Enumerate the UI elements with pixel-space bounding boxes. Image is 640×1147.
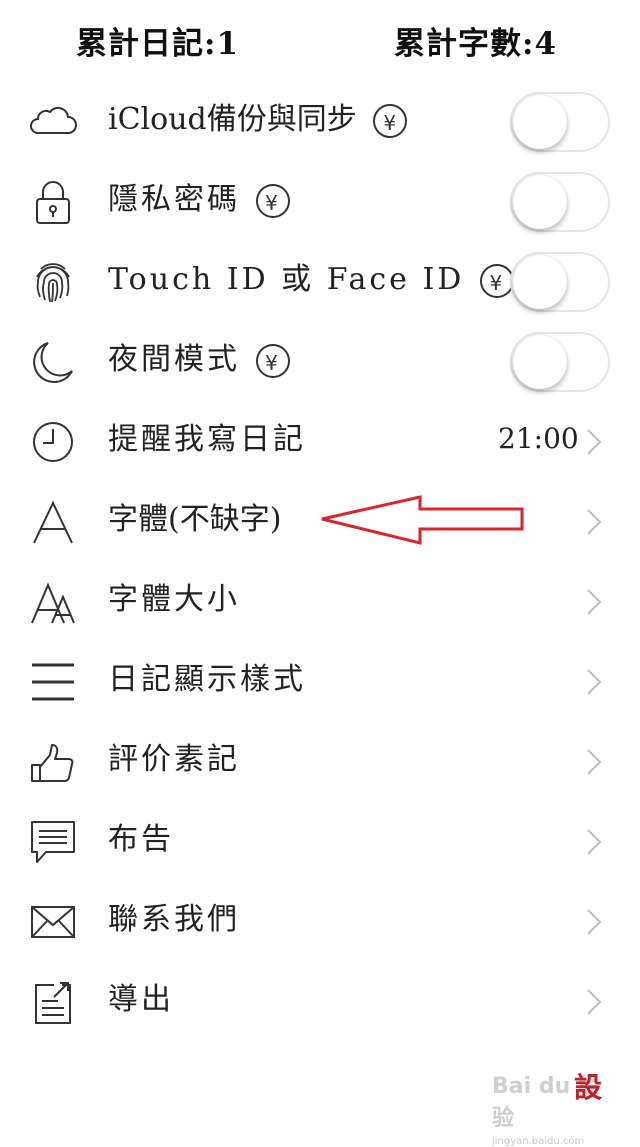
stats-header: 累計日記:1 累計字數:4 [0,18,640,68]
password-toggle[interactable] [510,172,610,232]
thumbs-up-icon [28,739,78,785]
seal-mark: 設 [574,1071,603,1104]
setting-label: 夜間模式 ¥ [108,340,290,380]
setting-label: 隱私密碼 ¥ [108,180,290,220]
setting-row-notice[interactable]: 布告 [0,802,640,882]
setting-row-icloud[interactable]: iCloud備份與同步 ¥ [0,82,640,162]
night-mode-toggle[interactable] [510,332,610,392]
setting-label: iCloud備份與同步 ¥ [108,100,407,140]
setting-row-display-style[interactable]: 日記顯示樣式 [0,642,640,722]
setting-row-password[interactable]: 隱私密碼 ¥ [0,162,640,242]
chevron-right-icon [580,668,606,696]
chevron-right-icon [580,988,606,1016]
setting-label: Touch ID 或 Face ID ¥ [108,260,515,300]
chevron-right-icon [580,588,606,616]
diary-count: 累計日記:1 [76,26,240,62]
font-icon [28,499,78,545]
touch-id-toggle[interactable] [510,252,610,312]
reminder-time: 21:00 [498,422,579,455]
setting-row-export[interactable]: 導出 [0,962,640,1042]
char-count: 累計字數:4 [394,26,558,62]
lock-icon [28,179,78,225]
chevron-right-icon [580,748,606,776]
setting-label: 提醒我寫日記 [108,422,306,457]
list-style-icon [28,659,78,705]
yen-icon: ¥ [372,104,407,138]
chevron-right-icon [580,828,606,856]
setting-label: 日記顯示樣式 [108,662,306,697]
export-icon [28,979,78,1025]
setting-row-contact[interactable]: 聯系我們 [0,882,640,962]
setting-row-touch-id[interactable]: Touch ID 或 Face ID ¥ [0,242,640,322]
cloud-icon [28,99,78,145]
setting-row-rate[interactable]: 評价素記 [0,722,640,802]
setting-row-font-size[interactable]: 字體大小 [0,562,640,642]
yen-icon: ¥ [256,184,290,218]
setting-label: 聯系我們 [108,902,240,937]
setting-label: 布告 [108,822,174,857]
message-icon [28,819,78,865]
setting-label: 評价素記 [108,742,240,777]
annotation-arrow [321,495,524,545]
envelope-icon [28,899,78,945]
setting-row-reminder[interactable]: 提醒我寫日記 21:00 [0,402,640,482]
moon-icon [28,339,78,385]
yen-icon: ¥ [256,344,290,378]
setting-label: 字體大小 [108,582,240,617]
clock-icon [28,419,78,465]
chevron-right-icon [580,908,606,936]
chevron-right-icon [580,428,606,456]
fingerprint-icon [28,259,78,305]
font-size-icon [28,579,78,625]
chevron-right-icon [580,508,606,536]
setting-label: 導出 [108,982,174,1017]
setting-label: 字體(不缺字) [108,502,282,537]
icloud-toggle[interactable] [510,92,610,152]
setting-row-night-mode[interactable]: 夜間模式 ¥ [0,322,640,402]
